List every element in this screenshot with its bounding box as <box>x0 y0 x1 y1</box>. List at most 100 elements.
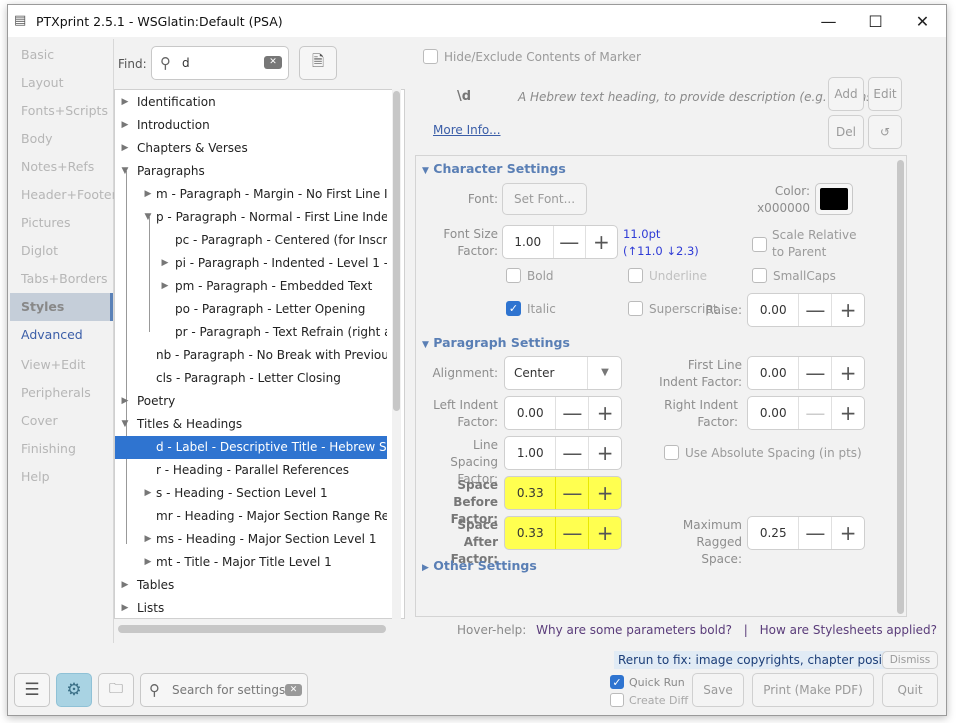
stylesheet-file-button[interactable]: 🗎 <box>299 46 337 80</box>
save-button[interactable]: Save <box>692 673 744 707</box>
tree-row-selected[interactable]: d - Label - Descriptive Title - Hebrew S… <box>115 436 387 459</box>
tree-horizontal-scrollbar[interactable] <box>118 625 386 633</box>
underline-check[interactable] <box>628 268 643 283</box>
open-folder-button[interactable]: 🗀 <box>98 673 134 707</box>
sidebar-item-advanced[interactable]: Advanced <box>10 321 113 349</box>
plus-icon[interactable]: + <box>588 437 621 469</box>
alignment-select[interactable]: Center ▼ <box>504 356 622 390</box>
quick-run-checkbox[interactable]: ✓ Quick Run <box>610 675 685 689</box>
space-after-spinner[interactable]: 0.33 — + <box>504 516 622 550</box>
line-spacing-spinner[interactable]: 1.00 — + <box>504 436 622 470</box>
clear-find-icon[interactable]: ✕ <box>264 56 282 69</box>
maximize-button[interactable]: ☐ <box>852 5 899 37</box>
tree-row[interactable]: ▶ Identification <box>115 91 387 114</box>
sidebar-item-help[interactable]: Help <box>10 463 113 491</box>
raise-spinner[interactable]: 0.00 — + <box>747 293 865 327</box>
plus-icon[interactable]: + <box>588 477 621 509</box>
tree-row[interactable]: po - Paragraph - Letter Opening <box>115 298 387 321</box>
smallcaps-check[interactable] <box>752 268 767 283</box>
minus-icon[interactable]: — <box>798 357 831 389</box>
font-size-spinner[interactable]: 1.00 — + <box>502 225 618 259</box>
plus-icon[interactable]: + <box>831 357 864 389</box>
sidebar-item-pictures[interactable]: Pictures <box>10 209 113 237</box>
plus-icon[interactable]: + <box>831 397 864 429</box>
tree-row[interactable]: ▶ ms - Heading - Major Section Level 1 <box>115 528 387 551</box>
tree-row[interactable]: ▶ Poetry <box>115 390 387 413</box>
close-button[interactable]: ✕ <box>899 5 946 37</box>
italic-checkbox[interactable]: ✓ Italic <box>506 301 556 316</box>
sidebar-item-layout[interactable]: Layout <box>10 69 113 97</box>
absolute-spacing-checkbox[interactable]: Use Absolute Spacing (in pts) <box>664 445 862 460</box>
sidebar-item-body[interactable]: Body <box>10 125 113 153</box>
sidebar-item-basic[interactable]: Basic <box>10 41 113 69</box>
find-input[interactable]: ⚲ d ✕ <box>151 46 289 80</box>
tree-row[interactable]: ▶ s - Heading - Section Level 1 <box>115 482 387 505</box>
minus-icon[interactable]: — <box>798 397 831 429</box>
plus-icon[interactable]: + <box>831 517 864 549</box>
hide-marker-checkbox[interactable]: Hide/Exclude Contents of Marker <box>423 49 641 64</box>
minus-icon[interactable]: — <box>555 437 588 469</box>
tree-row[interactable]: cls - Paragraph - Letter Closing <box>115 367 387 390</box>
tree-row[interactable]: pc - Paragraph - Centered (for Inscripti… <box>115 229 387 252</box>
hide-marker-check[interactable] <box>423 49 438 64</box>
plus-icon[interactable]: + <box>588 517 621 549</box>
first-line-indent-spinner[interactable]: 0.00 — + <box>747 356 865 390</box>
bold-params-link[interactable]: Why are some parameters bold? <box>536 623 732 637</box>
minus-icon[interactable]: — <box>798 294 831 326</box>
plus-icon[interactable]: + <box>831 294 864 326</box>
delete-button[interactable]: Del <box>828 115 864 149</box>
tree-row[interactable]: ▼ Paragraphs <box>115 160 387 183</box>
set-font-button[interactable]: Set Font... <box>502 183 587 215</box>
sidebar-item-fonts-scripts[interactable]: Fonts+Scripts <box>10 97 113 125</box>
tree-row[interactable]: ▶pi - Paragraph - Indented - Level 1 - F… <box>115 252 387 275</box>
print-button[interactable]: Print (Make PDF) <box>752 673 874 707</box>
color-picker-button[interactable] <box>815 183 853 215</box>
sidebar-item-styles[interactable]: Styles <box>10 293 113 321</box>
tree-row[interactable]: ▶ Introduction <box>115 114 387 137</box>
bold-checkbox[interactable]: Bold <box>506 268 554 283</box>
clear-search-icon[interactable]: ✕ <box>285 684 302 696</box>
add-button[interactable]: Add <box>828 77 864 111</box>
superscript-check[interactable] <box>628 301 643 316</box>
minimize-button[interactable]: — <box>805 5 852 37</box>
tree-row[interactable]: ▶ Chapters & Verses <box>115 137 387 160</box>
paragraph-settings-heading[interactable]: ▼ Paragraph Settings <box>422 335 570 350</box>
tree-row[interactable]: pr - Paragraph - Text Refrain (right ali… <box>115 321 387 344</box>
space-before-spinner[interactable]: 0.33 — + <box>504 476 622 510</box>
tree-row[interactable]: ▶ Tables <box>115 574 387 597</box>
quit-button[interactable]: Quit <box>882 673 938 707</box>
sidebar-item-tabs-borders[interactable]: Tabs+Borders <box>10 265 113 293</box>
quick-run-check[interactable]: ✓ <box>610 675 624 689</box>
left-indent-spinner[interactable]: 0.00 — + <box>504 396 622 430</box>
underline-checkbox[interactable]: Underline <box>628 268 707 283</box>
minus-icon[interactable]: — <box>555 477 588 509</box>
sidebar-item-header-footer[interactable]: Header+Footer <box>10 181 117 209</box>
right-indent-spinner[interactable]: 0.00 — + <box>747 396 865 430</box>
create-diff-checkbox[interactable]: Create Diff <box>610 693 688 707</box>
dismiss-button[interactable]: Dismiss <box>882 651 938 669</box>
more-info-link[interactable]: More Info... <box>433 123 501 137</box>
tree-row[interactable]: nb - Paragraph - No Break with Previous … <box>115 344 387 367</box>
max-ragged-spinner[interactable]: 0.25 — + <box>747 516 865 550</box>
sidebar-item-finishing[interactable]: Finishing <box>10 435 113 463</box>
settings-search-input[interactable]: ⚲ Search for settings ✕ <box>140 673 308 707</box>
sidebar-item-notes-refs[interactable]: Notes+Refs <box>10 153 113 181</box>
create-diff-check[interactable] <box>610 693 624 707</box>
tree-row[interactable]: ▼ Titles & Headings <box>115 413 387 436</box>
bold-check[interactable] <box>506 268 521 283</box>
plus-icon[interactable]: + <box>584 226 617 258</box>
tree-row[interactable]: ▶ m - Paragraph - Margin - No First Line … <box>115 183 387 206</box>
tree-row[interactable]: ▶ Lists <box>115 597 387 618</box>
stylesheets-link[interactable]: How are Stylesheets applied? <box>760 623 937 637</box>
sidebar-item-diglot[interactable]: Diglot <box>10 237 113 265</box>
tree-row[interactable]: mr - Heading - Major Section Range Refer… <box>115 505 387 528</box>
sidebar-item-cover[interactable]: Cover <box>10 407 113 435</box>
settings-toggle-button[interactable]: ⚙ <box>56 673 92 707</box>
scale-relative-checkbox[interactable]: Scale Relative to Parent <box>752 227 857 261</box>
minus-icon[interactable]: — <box>798 517 831 549</box>
tree-row[interactable]: ▶ mt - Title - Major Title Level 1 <box>115 551 387 574</box>
absolute-spacing-check[interactable] <box>664 445 679 460</box>
minus-icon[interactable]: — <box>555 517 588 549</box>
minus-icon[interactable]: — <box>552 226 585 258</box>
minus-icon[interactable]: — <box>555 397 588 429</box>
